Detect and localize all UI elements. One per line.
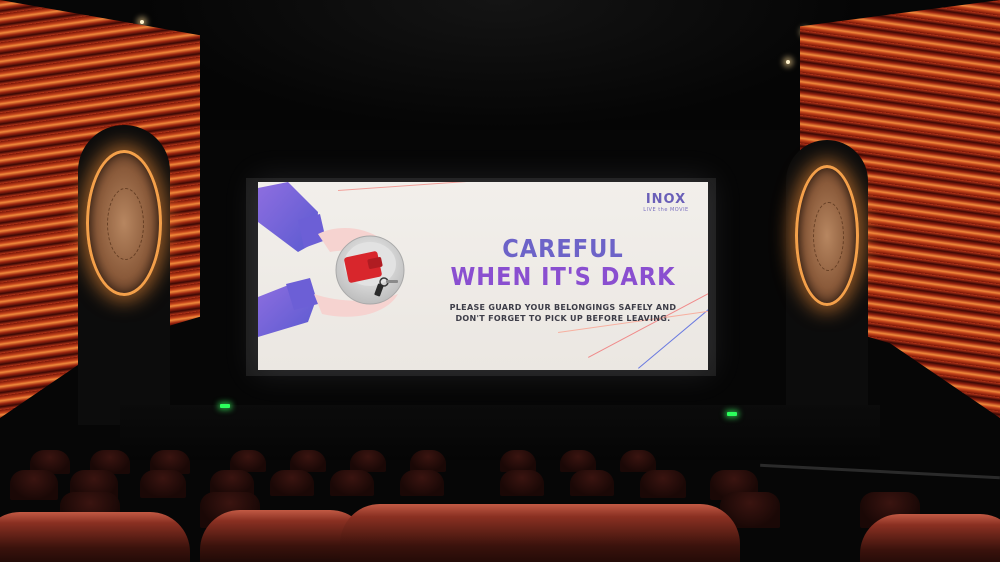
left-sconce-light bbox=[86, 150, 162, 296]
seat bbox=[10, 470, 58, 500]
hands-holding-bowl-with-wallet-and-keys-icon bbox=[258, 182, 405, 337]
seat bbox=[410, 450, 446, 472]
seat bbox=[330, 470, 374, 496]
logo-tagline: LIVE the MOVIE bbox=[643, 207, 689, 213]
front-seat bbox=[340, 504, 740, 562]
seat bbox=[560, 450, 596, 472]
cinema-hall: INOX LIVE the MOVIE CAREFUL WHEN IT'S DA… bbox=[0, 0, 1000, 562]
seat bbox=[570, 470, 614, 496]
seat bbox=[640, 470, 686, 498]
subline-line-2: DON'T FORGET TO PICK UP BEFORE LEAVING. bbox=[455, 314, 671, 323]
seat bbox=[270, 470, 314, 496]
headline: CAREFUL WHEN IT'S DARK bbox=[438, 235, 688, 291]
cinema-screen: INOX LIVE the MOVIE CAREFUL WHEN IT'S DA… bbox=[258, 182, 708, 370]
seat bbox=[500, 450, 536, 472]
ceiling-light bbox=[786, 60, 790, 64]
front-seat bbox=[860, 514, 1000, 562]
right-sconce-light bbox=[795, 165, 859, 306]
headline-line-1: CAREFUL bbox=[502, 234, 624, 263]
subline: PLEASE GUARD YOUR BELONGINGS SAFELY AND … bbox=[428, 302, 698, 324]
exit-light bbox=[727, 412, 737, 416]
exit-light bbox=[220, 404, 230, 408]
headline-line-2: WHEN IT'S DARK bbox=[450, 262, 676, 291]
seat bbox=[620, 450, 656, 472]
ceiling bbox=[140, 0, 860, 130]
seat bbox=[400, 470, 444, 496]
seat bbox=[350, 450, 386, 472]
inox-logo: INOX LIVE the MOVIE bbox=[636, 193, 696, 214]
seat bbox=[500, 470, 544, 496]
subline-line-1: PLEASE GUARD YOUR BELONGINGS SAFELY AND bbox=[449, 303, 677, 312]
logo-brand: INOX bbox=[645, 192, 687, 207]
seating-area bbox=[0, 440, 1000, 562]
seat bbox=[230, 450, 266, 472]
ceiling-light bbox=[140, 20, 144, 24]
front-seat bbox=[0, 512, 190, 562]
seat bbox=[140, 470, 186, 498]
seat bbox=[290, 450, 326, 472]
